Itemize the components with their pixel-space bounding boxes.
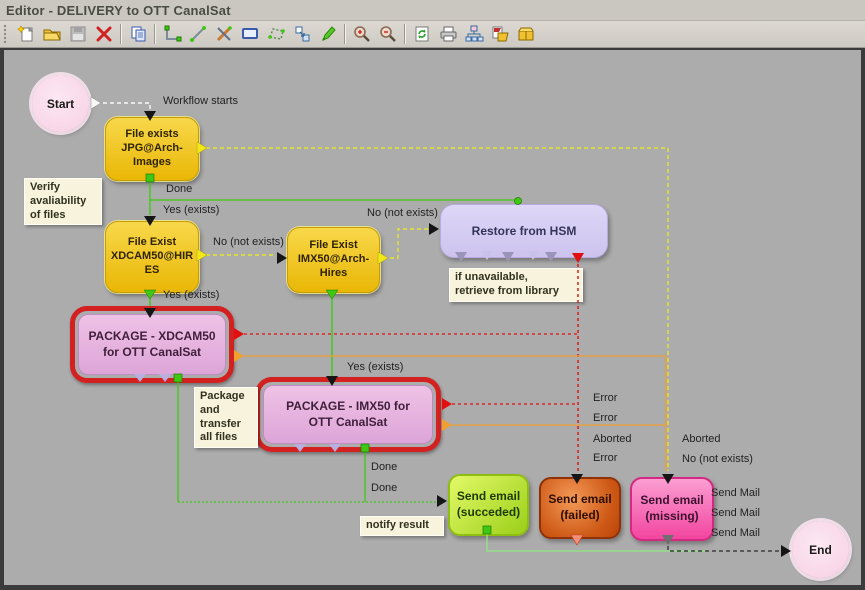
edge-label: No (not exists) xyxy=(367,207,438,219)
note-retrieve-from-library-text: if unavailable, retrieve from library xyxy=(455,271,559,297)
delete-icon xyxy=(94,24,114,44)
zoom-out-icon xyxy=(378,24,398,44)
edge-label: Done xyxy=(371,482,397,494)
node-package-imx50-label: PACKAGE - IMX50 for OTT CanalSat xyxy=(286,399,410,430)
package-button[interactable] xyxy=(513,21,539,47)
node-file-exist-imx50-label: File Exist IMX50@Arch- Hires xyxy=(298,239,369,280)
node-send-email-failed-label: Send email (failed) xyxy=(548,492,611,523)
edge-label: No (not exists) xyxy=(682,453,753,465)
node-file-exist-xdcam50[interactable]: File Exist XDCAM50@HIR ES xyxy=(105,221,199,293)
edge-label: Send Mail xyxy=(711,527,760,539)
node-end-label: End xyxy=(809,543,832,557)
edge-label: Aborted xyxy=(682,433,721,445)
note-verify-availability-text: Verify avaliability of files xyxy=(30,181,86,221)
polygon-tool-button[interactable] xyxy=(263,21,289,47)
edge-label: Send Mail xyxy=(711,507,760,519)
arrange-tool-icon xyxy=(292,24,312,44)
node-end[interactable]: End xyxy=(792,521,849,578)
node-start-label: Start xyxy=(47,97,74,111)
note-verify-availability[interactable]: Verify avaliability of files xyxy=(24,178,102,225)
marker-tool-button[interactable] xyxy=(315,21,341,47)
zoom-in-button[interactable] xyxy=(349,21,375,47)
node-send-email-missing-label: Send email (missing) xyxy=(640,493,703,524)
orthogonal-link-tool-button[interactable] xyxy=(159,21,185,47)
edge-label: Aborted xyxy=(593,433,632,445)
edge-label: Error xyxy=(593,392,617,404)
refresh-button[interactable] xyxy=(409,21,435,47)
edge-label: Error xyxy=(593,412,617,424)
open-folder-icon xyxy=(42,24,62,44)
report-button[interactable] xyxy=(487,21,513,47)
report-icon xyxy=(490,24,510,44)
note-notify-result[interactable]: notify result xyxy=(360,516,444,536)
print-icon xyxy=(438,24,458,44)
node-file-exist-imx50[interactable]: File Exist IMX50@Arch- Hires xyxy=(287,227,380,293)
node-package-imx50[interactable]: PACKAGE - IMX50 for OTT CanalSat xyxy=(263,385,433,444)
window-title: Editor - DELIVERY to OTT CanalSat xyxy=(6,3,231,18)
cut-link-tool-button[interactable] xyxy=(211,21,237,47)
marker-tool-icon xyxy=(318,24,338,44)
edge-label: Done xyxy=(166,183,192,195)
node-file-exists-jpg-label: File exists JPG@Arch- Images xyxy=(121,128,182,169)
node-restore-from-hsm[interactable]: Restore from HSM xyxy=(440,204,608,258)
node-send-email-succeded-label: Send email (succeded) xyxy=(457,489,520,520)
package-icon xyxy=(516,24,536,44)
edge-label: Yes (exists) xyxy=(347,361,403,373)
edge-label: Done xyxy=(371,461,397,473)
new-workflow-button[interactable] xyxy=(13,21,39,47)
node-send-email-succeded[interactable]: Send email (succeded) xyxy=(448,474,529,536)
toolbar-grip-icon[interactable] xyxy=(3,24,10,44)
hierarchy-button[interactable] xyxy=(461,21,487,47)
refresh-icon xyxy=(412,24,432,44)
delete-button[interactable] xyxy=(91,21,117,47)
toolbar-separator xyxy=(404,24,406,44)
node-package-imx50-selection[interactable]: PACKAGE - IMX50 for OTT CanalSat xyxy=(255,377,441,452)
node-package-xdcam50-label: PACKAGE - XDCAM50 for OTT CanalSat xyxy=(88,329,215,360)
node-tool-icon xyxy=(240,24,260,44)
node-tool-button[interactable] xyxy=(237,21,263,47)
new-workflow-icon xyxy=(16,24,36,44)
orthogonal-link-tool-icon xyxy=(162,24,182,44)
edge-label: Send Mail xyxy=(711,487,760,499)
zoom-out-button[interactable] xyxy=(375,21,401,47)
note-package-transfer-text: Package and transfer all files xyxy=(200,390,245,443)
node-package-xdcam50-selection[interactable]: PACKAGE - XDCAM50 for OTT CanalSat xyxy=(70,306,234,383)
note-notify-result-text: notify result xyxy=(366,519,429,531)
arrange-tool-button[interactable] xyxy=(289,21,315,47)
zoom-in-icon xyxy=(352,24,372,44)
node-start[interactable]: Start xyxy=(32,75,89,132)
note-retrieve-from-library[interactable]: if unavailable, retrieve from library xyxy=(449,268,583,302)
node-restore-from-hsm-label: Restore from HSM xyxy=(472,224,577,238)
node-file-exist-xdcam50-label: File Exist XDCAM50@HIR ES xyxy=(111,236,193,277)
straight-link-tool-icon xyxy=(188,24,208,44)
edge-label: Yes (exists) xyxy=(163,204,219,216)
edge-label: No (not exists) xyxy=(213,236,284,248)
save-icon xyxy=(68,24,88,44)
node-send-email-missing[interactable]: Send email (missing) xyxy=(630,477,714,541)
note-package-transfer[interactable]: Package and transfer all files xyxy=(194,387,258,448)
open-button[interactable] xyxy=(39,21,65,47)
edge-label: Yes (exists) xyxy=(163,289,219,301)
title-bar: Editor - DELIVERY to OTT CanalSat xyxy=(0,0,865,21)
workflow-editor-window: Editor - DELIVERY to OTT CanalSat Start … xyxy=(0,0,865,590)
node-send-email-failed[interactable]: Send email (failed) xyxy=(539,477,621,539)
polygon-tool-icon xyxy=(266,24,286,44)
straight-link-tool-button[interactable] xyxy=(185,21,211,47)
edge-label: Error xyxy=(593,452,617,464)
node-file-exists-jpg[interactable]: File exists JPG@Arch- Images xyxy=(105,117,199,181)
copy-icon xyxy=(128,24,148,44)
toolbar-separator xyxy=(344,24,346,44)
edge-label: Workflow starts xyxy=(163,95,238,107)
print-button[interactable] xyxy=(435,21,461,47)
cut-link-tool-icon xyxy=(214,24,234,44)
hierarchy-icon xyxy=(464,24,484,44)
save-button[interactable] xyxy=(65,21,91,47)
toolbar xyxy=(0,21,865,48)
toolbar-separator xyxy=(154,24,156,44)
node-package-xdcam50[interactable]: PACKAGE - XDCAM50 for OTT CanalSat xyxy=(78,314,226,375)
toolbar-separator xyxy=(120,24,122,44)
copy-button[interactable] xyxy=(125,21,151,47)
